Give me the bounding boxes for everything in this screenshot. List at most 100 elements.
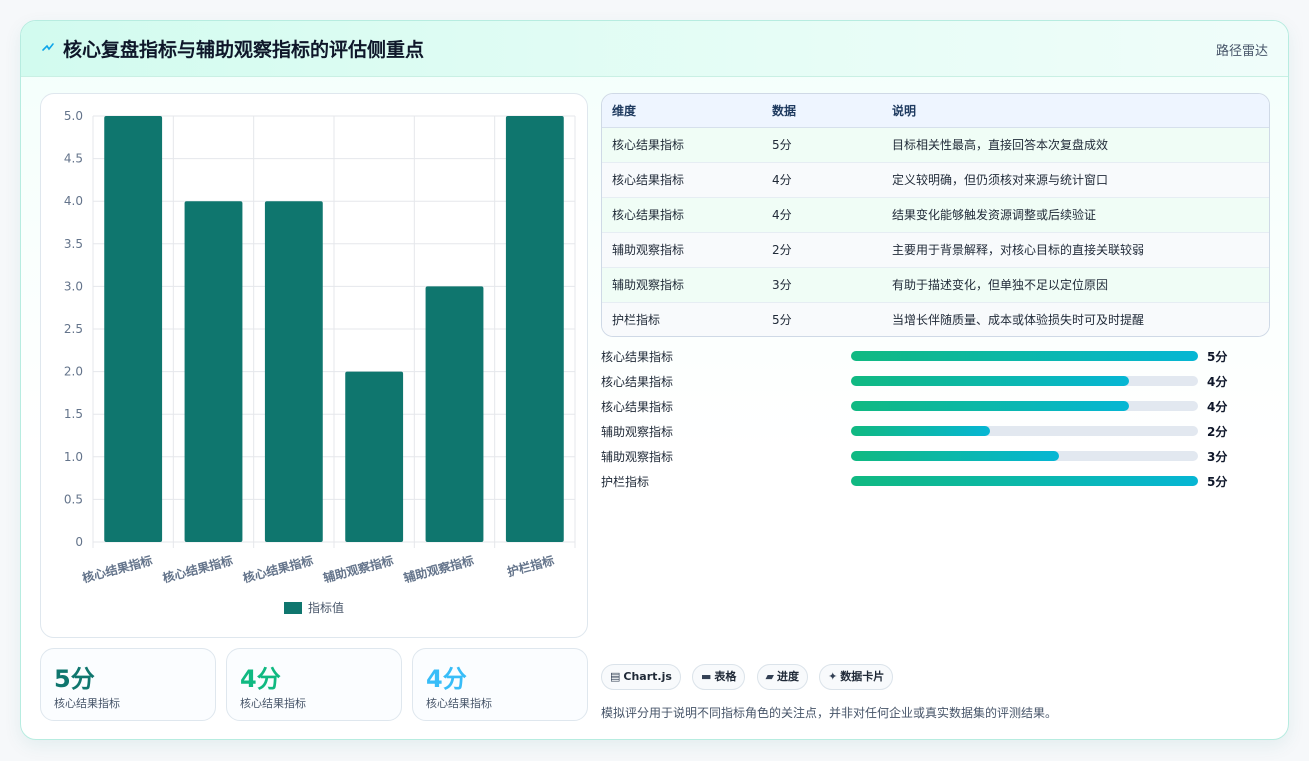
table-cell-dimension: 核心结果指标	[612, 138, 685, 152]
progress-track	[851, 401, 1198, 411]
progress-label: 核心结果指标	[601, 375, 674, 389]
y-tick-label: 0	[75, 535, 83, 549]
table-row: 辅助观察指标 3分 有助于描述变化，但单独不足以定位原因	[602, 267, 1269, 302]
y-tick-label: 1.0	[64, 450, 83, 464]
progress-list: 核心结果指标 5分 核心结果指标 4分 核心结果指标 4分 辅助观察指标 2分 …	[601, 346, 1271, 496]
progress-icon: ▰	[765, 670, 774, 683]
table-cell-score: 4分	[772, 173, 792, 187]
table-icon: ▬	[701, 670, 712, 683]
progress-fill	[851, 401, 1129, 411]
table-cell-description: 主要用于背景解释，对核心目标的直接关联较弱	[892, 243, 1145, 257]
table-header-dimension: 维度	[602, 94, 762, 128]
x-tick-label: 核心结果指标	[80, 552, 153, 585]
chip-table[interactable]: ▬ 表格	[692, 664, 746, 690]
bar	[264, 201, 323, 542]
y-tick-label: 4.0	[64, 194, 83, 208]
stat-value: 4分	[426, 665, 467, 693]
progress-label: 核心结果指标	[601, 350, 674, 364]
progress-track	[851, 451, 1198, 461]
stat-label: 核心结果指标	[54, 697, 120, 710]
y-tick-label: 3.0	[64, 279, 83, 293]
progress-value: 5分	[1207, 475, 1228, 489]
x-tick-label: 核心结果指标	[241, 552, 314, 585]
header-tag: 路径雷达	[1215, 44, 1268, 59]
x-tick-label: 辅助观察指标	[402, 552, 475, 585]
bar-chart-panel: 0 0.5 1.0 1.5 2.0 2.5 3.0 3.5 4.0 4.5 5.0 核心结果指标 核心结…	[40, 93, 588, 638]
stat-card: 4分 核心结果指标	[226, 648, 402, 721]
chip-progress[interactable]: ▰ 进度	[756, 664, 808, 690]
table-cell-dimension: 核心结果指标	[612, 208, 685, 222]
table-row: 护栏指标 5分 当增长伴随质量、成本或体验损失时可及时提醒	[602, 302, 1269, 336]
progress-track	[851, 376, 1198, 386]
main-card: 核心复盘指标与辅助观察指标的评估侧重点 路径雷达 0 0.5 1.0 1.5 2.0 2.…	[20, 20, 1289, 740]
progress-label: 辅助观察指标	[601, 450, 674, 464]
bar	[425, 286, 484, 542]
progress-value: 4分	[1207, 375, 1228, 389]
table-cell-dimension: 核心结果指标	[612, 173, 685, 187]
feature-chips: ▤ Chart.js ▬ 表格 ▰ 进度 ✦ 数据卡片	[601, 664, 899, 690]
y-tick-label: 3.5	[64, 237, 83, 251]
card-header: 核心复盘指标与辅助观察指标的评估侧重点 路径雷达	[21, 21, 1288, 77]
y-tick-label: 2.0	[64, 365, 83, 379]
progress-row: 辅助观察指标 3分	[601, 446, 1271, 471]
table-header-data: 数据	[762, 94, 882, 128]
table-header-description: 说明	[882, 94, 1269, 128]
stat-value: 5分	[54, 665, 95, 693]
table-cell-dimension: 辅助观察指标	[612, 278, 685, 292]
chip-data-cards[interactable]: ✦ 数据卡片	[819, 664, 894, 690]
progress-track	[851, 351, 1198, 361]
stat-card: 4分 核心结果指标	[412, 648, 588, 721]
bar	[505, 116, 564, 542]
bar	[345, 371, 404, 542]
table-cell-score: 5分	[772, 138, 792, 152]
stat-card: 5分 核心结果指标	[40, 648, 216, 721]
table-cell-score: 3分	[772, 278, 792, 292]
progress-value: 3分	[1207, 450, 1228, 464]
table-cell-description: 当增长伴随质量、成本或体验损失时可及时提醒	[892, 313, 1145, 328]
y-tick-label: 2.5	[64, 322, 83, 336]
chip-chartjs[interactable]: ▤ Chart.js	[601, 664, 681, 690]
progress-fill	[851, 426, 990, 436]
data-table: 维度 数据 说明 核心结果指标 5分 目标相关性最高，直接回答本次复盘成效 核心…	[602, 94, 1269, 336]
chart-icon: ▤	[610, 670, 621, 683]
progress-row: 护栏指标 5分	[601, 471, 1271, 496]
bar-chart: 00.51.01.52.02.53.03.54.04.55.0核心结果指标 核心结…	[64, 109, 576, 615]
y-tick-label: 1.5	[64, 407, 83, 421]
progress-label: 辅助观察指标	[601, 425, 674, 439]
table-cell-score: 2分	[772, 243, 792, 257]
progress-track	[851, 476, 1198, 486]
legend-swatch	[284, 602, 302, 614]
progress-value: 4分	[1207, 400, 1228, 414]
table-row: 核心结果指标 5分 目标相关性最高，直接回答本次复盘成效	[602, 127, 1269, 162]
progress-fill	[851, 376, 1129, 386]
chip-label: 进度	[776, 670, 799, 683]
progress-row: 核心结果指标 4分	[601, 396, 1271, 421]
progress-fill	[851, 476, 1198, 486]
table-header-row: 维度 数据 说明	[602, 94, 1269, 128]
table-cell-score: 4分	[772, 208, 792, 222]
x-tick-label: 护栏指标	[505, 552, 555, 579]
sparkle-icon: ✦	[828, 670, 838, 683]
stat-label: 核心结果指标	[240, 697, 306, 710]
progress-label: 护栏指标	[601, 475, 650, 489]
table-cell-description: 结果变化能够触发资源调整或后续验证	[892, 208, 1097, 222]
chip-label: 表格	[714, 670, 737, 683]
table-cell-description: 定义较明确，但仍须核对来源与统计窗口	[892, 173, 1109, 187]
x-tick-label: 辅助观察指标	[321, 552, 394, 585]
y-tick-label: 4.5	[64, 152, 83, 166]
progress-row: 辅助观察指标 2分	[601, 421, 1271, 446]
stat-value: 4分	[240, 665, 281, 693]
progress-track	[851, 426, 1198, 436]
table-cell-description: 目标相关性最高，直接回答本次复盘成效	[892, 138, 1109, 152]
footnote: 模拟评分用于说明不同指标角色的关注点，并非对任何企业或真实数据集的评测结果。	[601, 706, 1058, 720]
progress-fill	[851, 351, 1198, 361]
stat-label: 核心结果指标	[426, 697, 492, 710]
table-row: 核心结果指标 4分 定义较明确，但仍须核对来源与统计窗口	[602, 162, 1269, 197]
table-row: 核心结果指标 4分 结果变化能够触发资源调整或后续验证	[602, 197, 1269, 232]
chip-label: Chart.js	[623, 670, 672, 683]
page-title: 核心复盘指标与辅助观察指标的评估侧重点	[63, 39, 425, 61]
bar	[184, 201, 243, 542]
lightning-icon	[42, 43, 54, 51]
progress-value: 2分	[1207, 425, 1228, 439]
table-row: 辅助观察指标 2分 主要用于背景解释，对核心目标的直接关联较弱	[602, 232, 1269, 267]
